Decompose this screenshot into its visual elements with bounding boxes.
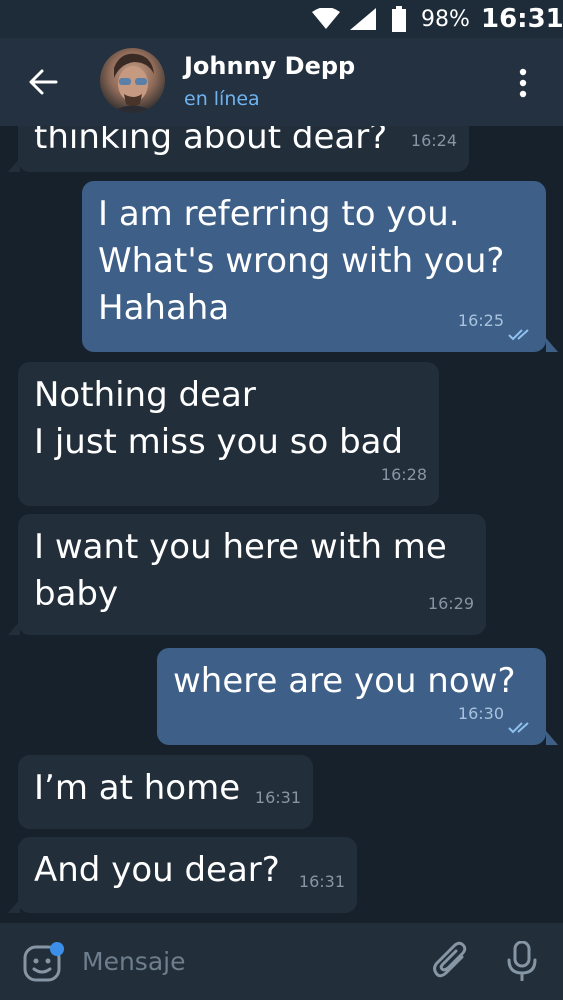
contact-status: en línea (184, 88, 260, 110)
wifi-icon (312, 8, 340, 29)
more-vert-icon[interactable] (518, 68, 528, 98)
message-time: 16:24 (410, 131, 457, 150)
message-time: 16:29 (427, 594, 474, 613)
chat-header: Johnny Depp en línea (0, 38, 563, 126)
message-time: 16:31 (298, 872, 345, 891)
message-bubble-incoming[interactable]: And you dear? 16:31 (18, 837, 357, 913)
message-text: And you dear? (34, 850, 280, 890)
double-check-icon (508, 329, 529, 341)
message-line: Nothing dear (34, 375, 256, 415)
message-line: I want you here with me (34, 527, 447, 567)
message-line: I just miss you so bad (34, 422, 404, 462)
message-bubble-incoming[interactable]: I want you here with me baby 16:29 (18, 514, 486, 635)
message-composer: Mensaje (0, 923, 563, 1000)
message-bubble-incoming[interactable]: I’m at home 16:31 (18, 755, 313, 829)
message-time: 16:28 (380, 465, 427, 484)
battery-icon (392, 6, 406, 32)
message-line: I am referring to you. (98, 194, 460, 234)
message-bubble-outgoing[interactable]: I am referring to you. What's wrong with… (82, 181, 546, 352)
message-time: 16:31 (254, 788, 301, 807)
battery-percent: 98% (421, 7, 470, 32)
bubble-tail (546, 338, 558, 352)
contact-name[interactable]: Johnny Depp (184, 52, 355, 80)
message-list[interactable]: thinking about dear? 16:24 I am referrin… (0, 126, 563, 923)
status-bar: 98% 16:31 (0, 0, 563, 38)
bubble-tail (8, 621, 20, 635)
message-time: 16:25 (457, 311, 504, 330)
clock: 16:31 (481, 4, 563, 34)
message-time: 16:30 (457, 704, 504, 723)
mic-icon[interactable] (506, 941, 538, 981)
message-input[interactable]: Mensaje (82, 947, 185, 976)
message-line: What's wrong with you? (98, 241, 505, 281)
message-line: baby (34, 574, 119, 614)
avatar[interactable] (100, 48, 165, 113)
message-bubble-incoming[interactable]: Nothing dear I just miss you so bad 16:2… (18, 362, 439, 506)
back-arrow-icon[interactable] (28, 68, 58, 96)
bubble-tail (8, 158, 20, 172)
message-text: thinking about dear? (34, 126, 388, 157)
message-bubble-outgoing[interactable]: where are you now? 16:30 (157, 648, 546, 745)
double-check-icon (508, 722, 529, 734)
sticker-icon[interactable] (22, 941, 66, 983)
bubble-tail (8, 899, 20, 913)
signal-icon (350, 8, 376, 30)
message-bubble-incoming[interactable]: thinking about dear? 16:24 (18, 126, 469, 172)
bubble-tail (546, 731, 558, 745)
attach-icon[interactable] (432, 941, 468, 981)
